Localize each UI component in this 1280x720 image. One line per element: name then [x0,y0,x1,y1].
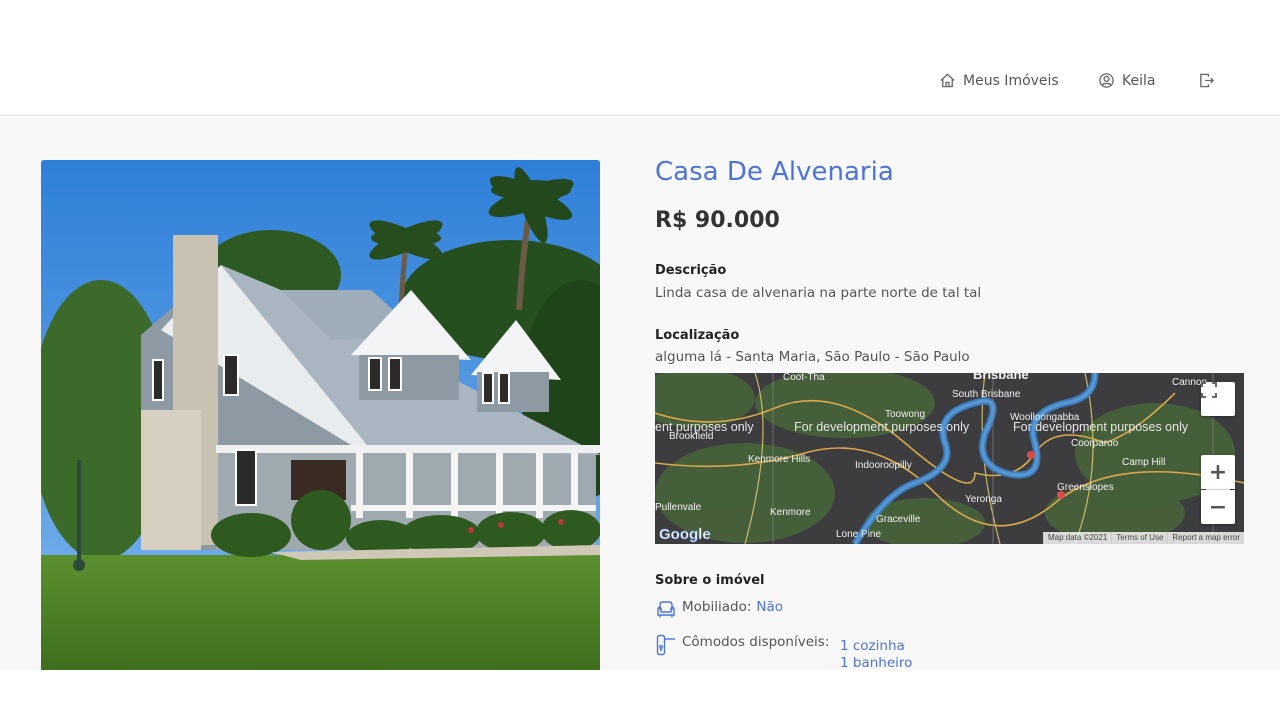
map-footer: Map data ©2021 Terms of Use Report a map… [1043,532,1244,544]
location-label: Localização [655,328,740,343]
logout-icon [1200,73,1215,88]
map-place: Greenslopes [1057,482,1114,493]
map-place: Brisbane [973,373,1029,382]
map-zoom-out-button[interactable]: − [1201,490,1235,524]
house-photo-image [41,160,600,670]
map-place: Yeronga [965,494,1002,505]
map-place: Coorparoo [1071,438,1119,449]
map-place: Lone Pine [836,529,881,540]
zoom-out-icon: − [1208,494,1228,520]
property-price: R$ 90.000 [655,208,780,233]
description-label: Descrição [655,263,727,278]
top-header: Meus Imóveis Keila [0,0,1280,116]
property-detail: Casa De Alvenaria R$ 90.000 Descrição Li… [0,117,1280,670]
about-label: Sobre o imóvel [655,573,765,588]
armchair-icon [657,601,675,618]
property-photo[interactable] [41,160,600,670]
map-place: Camp Hill [1122,457,1165,468]
page-bottom-band [0,670,1280,720]
furnished-label: Mobiliado: [682,599,752,615]
map-canvas[interactable]: ent purposes only For development purpos… [655,373,1244,544]
home-icon [940,73,955,88]
logout-button[interactable] [1198,72,1215,89]
google-logo: Google [659,526,711,543]
zoom-in-icon: + [1208,459,1228,485]
map-place: Brookfield [669,431,713,442]
nav-meus-imoveis[interactable]: Meus Imóveis [939,72,1059,89]
location-text: alguma lá - Santa Maria, São Paulo - São… [655,349,970,365]
location-map[interactable]: ent purposes only For development purpos… [655,373,1244,544]
map-zoom-in-button[interactable]: + [1201,455,1235,489]
nav-user-name: Keila [1122,72,1156,89]
map-place: Woolloongabba [1010,412,1080,423]
map-place: Pullenvale [655,502,702,513]
room-item: 1 cozinha [840,638,905,654]
rooms-list: 1 cozinha 1 banheiro [840,638,912,670]
map-place: Indooroopilly [855,460,912,471]
map-place: Kenmore Hills [748,454,810,465]
map-place: South Brisbane [952,389,1021,400]
room-item: 1 banheiro [840,655,913,670]
rooms-label: Cômodos disponíveis: [682,634,830,650]
rooms-feature: Cômodos disponíveis: [655,634,829,656]
map-data-credit: Map data ©2021 [1043,532,1112,544]
map-report-error-link[interactable]: Report a map error [1167,532,1244,544]
map-place: Toowong [885,409,925,420]
map-watermark-center: For development purposes only [794,420,970,434]
user-icon [1099,73,1114,88]
door-handle-icon [656,634,675,656]
furnished-feature: Mobiliado: Não [655,599,783,621]
map-fullscreen-button[interactable] [1201,382,1235,416]
map-terms-link[interactable]: Terms of Use [1111,532,1168,544]
description-text: Linda casa de alvenaria na parte norte d… [655,285,982,301]
map-place: Graceville [876,514,921,525]
nav-meus-imoveis-label: Meus Imóveis [963,72,1059,89]
map-place: Coot-Tha [783,373,825,383]
property-title: Casa De Alvenaria [655,157,894,187]
furnished-value: Não [756,599,784,615]
map-place: Kenmore [770,507,811,518]
nav-user-profile[interactable]: Keila [1098,72,1155,89]
fullscreen-icon [1201,382,1217,398]
